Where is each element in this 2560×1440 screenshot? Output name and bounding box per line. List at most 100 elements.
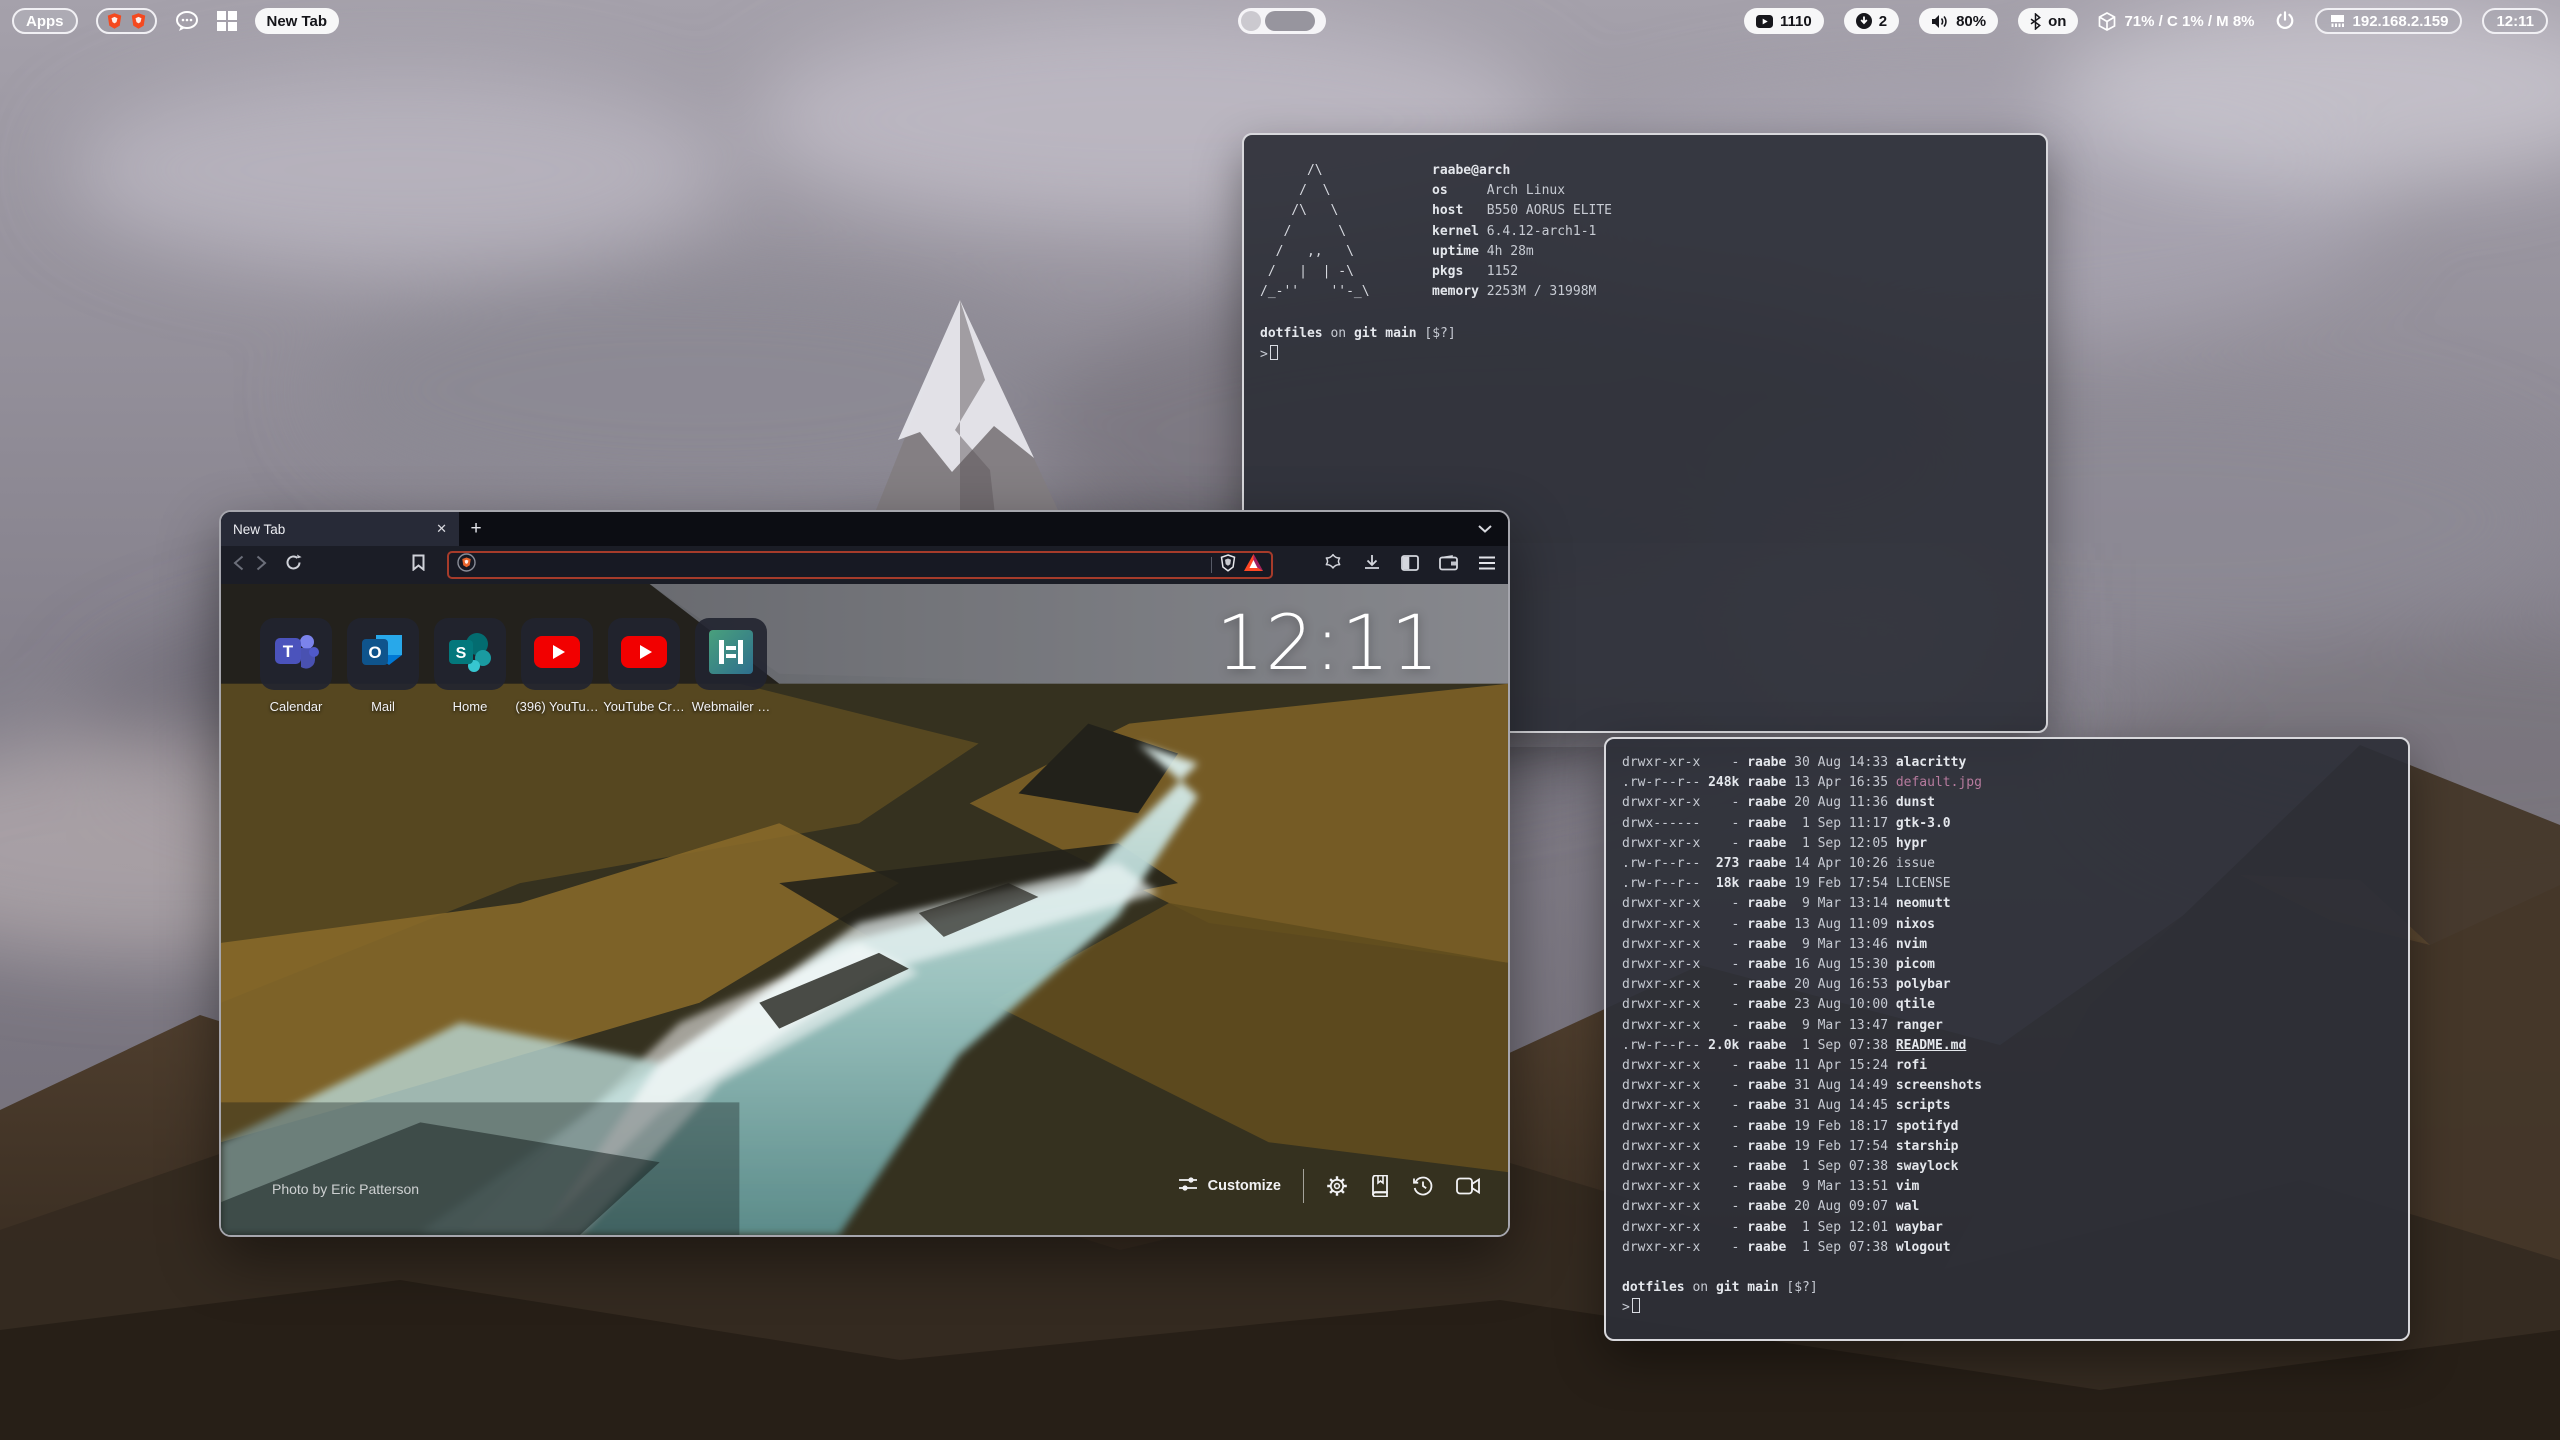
- wallet-icon[interactable]: [1439, 555, 1458, 576]
- new-tab-button[interactable]: +: [459, 512, 493, 546]
- file-row: drwxr-xr-x-raabe20 Aug16:53polybar: [1622, 975, 2392, 995]
- apps-button[interactable]: Apps: [12, 8, 78, 34]
- prompt-symbol: >: [1622, 1300, 1630, 1315]
- file-row: drwxr-xr-x-raabe9 Mar13:14neomutt: [1622, 894, 2392, 914]
- bookmarks-book-icon[interactable]: [1370, 1175, 1390, 1197]
- shortcut-youtube-1[interactable]: (396) YouTu…: [521, 618, 593, 714]
- shortcut-mail[interactable]: O Mail: [347, 618, 419, 714]
- windows-icon[interactable]: [217, 11, 237, 31]
- new-tab-page: T Calendar O Mail S: [221, 584, 1508, 1237]
- ntp-clock: 12:11: [1216, 598, 1440, 687]
- ip-address: 192.168.2.159: [2353, 13, 2449, 30]
- sliders-icon: [1178, 1175, 1198, 1197]
- search-shield-icon[interactable]: [457, 553, 476, 577]
- customize-label: Customize: [1208, 1178, 1281, 1194]
- workspace-active[interactable]: [1265, 11, 1315, 31]
- leo-ai-icon[interactable]: [1323, 553, 1343, 578]
- updates-widget[interactable]: 2: [1844, 8, 1899, 34]
- reload-icon[interactable]: [285, 554, 302, 576]
- top-bar: Apps New Tab: [0, 0, 2560, 42]
- fetch-info-row: pkgs1152: [1432, 262, 1612, 282]
- shell-prompt: dotfiles on git main [$?] >: [1260, 324, 2030, 364]
- chat-icon[interactable]: [175, 10, 199, 32]
- back-icon[interactable]: [233, 555, 244, 576]
- active-window-title: New Tab: [255, 8, 340, 34]
- tile: T: [260, 618, 332, 690]
- prompt-on: on: [1330, 326, 1346, 341]
- prompt-repo: dotfiles: [1260, 326, 1323, 341]
- svg-text:O: O: [368, 643, 381, 662]
- file-row: drwxr-xr-x-raabe9 Mar13:51vim: [1622, 1177, 2392, 1197]
- clock-widget[interactable]: 12:11: [2482, 8, 2548, 34]
- history-icon[interactable]: [1412, 1175, 1434, 1197]
- brave-windows-group[interactable]: [96, 8, 157, 34]
- browser-toolbar: [221, 546, 1508, 584]
- customize-button[interactable]: Customize: [1178, 1175, 1281, 1197]
- brave-icon[interactable]: [106, 12, 123, 30]
- ethernet-icon: [2329, 14, 2346, 28]
- browser-window[interactable]: New Tab ✕ +: [219, 510, 1510, 1237]
- bat-icon[interactable]: [1244, 554, 1263, 576]
- volume-widget[interactable]: 80%: [1919, 8, 1998, 34]
- tile: [608, 618, 680, 690]
- terminal-window-files[interactable]: drwxr-xr-x-raabe30 Aug14:33alacritty.rw-…: [1604, 737, 2410, 1341]
- file-row: drwxr-xr-x-raabe1 Sep12:01waybar: [1622, 1218, 2392, 1238]
- shortcut-label: Home: [453, 699, 488, 714]
- clock-text: 12:11: [2496, 13, 2534, 30]
- youtube-icon: [1756, 15, 1773, 28]
- prompt-repo: dotfiles: [1622, 1280, 1685, 1295]
- workspace-dot[interactable]: [1241, 11, 1261, 31]
- download-icon[interactable]: [1363, 554, 1381, 577]
- youtube-subs-widget[interactable]: 1110: [1744, 8, 1824, 34]
- file-row: drwxr-xr-x-raabe1 Sep07:38swaylock: [1622, 1157, 2392, 1177]
- menu-icon[interactable]: [1478, 556, 1496, 575]
- tab-title: New Tab: [233, 522, 436, 537]
- tile: S: [434, 618, 506, 690]
- urlbar-separator: [1211, 557, 1212, 573]
- shortcut-label: Mail: [371, 699, 395, 714]
- file-row: drwxr-xr-x-raabe13 Aug11:09nixos: [1622, 915, 2392, 935]
- bluetooth-widget[interactable]: on: [2018, 8, 2078, 34]
- list-tabs-chevron-icon[interactable]: [1478, 512, 1492, 546]
- shortcut-youtube-2[interactable]: YouTube Cr…: [608, 618, 680, 714]
- file-row: drwxr-xr-x-raabe1 Sep12:05hypr: [1622, 834, 2392, 854]
- fetch-info-block: raabe@arch osArch LinuxhostB550 AORUS EL…: [1432, 161, 1612, 302]
- power-icon[interactable]: [2275, 11, 2295, 31]
- ntp-separator: [1303, 1169, 1304, 1203]
- file-row: drwxr-xr-x-raabe31 Aug14:49screenshots: [1622, 1076, 2392, 1096]
- prompt-on: on: [1692, 1280, 1708, 1295]
- workspace-indicator[interactable]: [1238, 8, 1326, 34]
- tab-new-tab[interactable]: New Tab ✕: [221, 512, 459, 546]
- prompt-status: [$?]: [1786, 1280, 1817, 1295]
- network-widget[interactable]: 192.168.2.159: [2315, 8, 2463, 34]
- bookmark-icon[interactable]: [412, 554, 425, 576]
- sidebar-icon[interactable]: [1401, 555, 1419, 576]
- stats-text: 71% / C 1% / M 8%: [2124, 13, 2254, 30]
- desktop: Apps New Tab: [0, 0, 2560, 1440]
- shortcut-label: Webmailer …: [692, 699, 771, 714]
- brave-icon[interactable]: [130, 12, 147, 30]
- bluetooth-icon: [2030, 13, 2041, 30]
- tab-strip: New Tab ✕ +: [221, 512, 1508, 546]
- shortcut-home[interactable]: S Home: [434, 618, 506, 714]
- file-row: .rw-r--r--2.0kraabe1 Sep07:38README.md: [1622, 1036, 2392, 1056]
- shell-prompt: dotfiles on git main [$?] >: [1622, 1278, 2392, 1318]
- tile: [521, 618, 593, 690]
- fetch-info-row: memory2253M / 31998M: [1432, 282, 1612, 302]
- url-bar[interactable]: [447, 551, 1273, 579]
- shortcut-calendar[interactable]: T Calendar: [260, 618, 332, 714]
- teams-icon: T: [273, 630, 319, 679]
- photo-credit[interactable]: Photo by Eric Patterson: [272, 1181, 419, 1197]
- settings-gear-icon[interactable]: [1326, 1175, 1348, 1197]
- svg-text:T: T: [283, 642, 294, 661]
- forward-icon[interactable]: [256, 555, 267, 576]
- cpu-cube-icon: [2098, 12, 2116, 31]
- brave-shield-icon[interactable]: [1220, 554, 1236, 577]
- camera-icon[interactable]: [1456, 1177, 1480, 1195]
- file-row: .rw-r--r--273raabe14 Apr10:26issue: [1622, 854, 2392, 874]
- shortcut-webmailer[interactable]: Webmailer …: [695, 618, 767, 714]
- youtube-icon: [534, 636, 580, 673]
- fetch-info-row: uptime4h 28m: [1432, 242, 1612, 262]
- tab-close-icon[interactable]: ✕: [436, 521, 447, 537]
- file-row: drwxr-xr-x-raabe19 Feb18:17spotifyd: [1622, 1117, 2392, 1137]
